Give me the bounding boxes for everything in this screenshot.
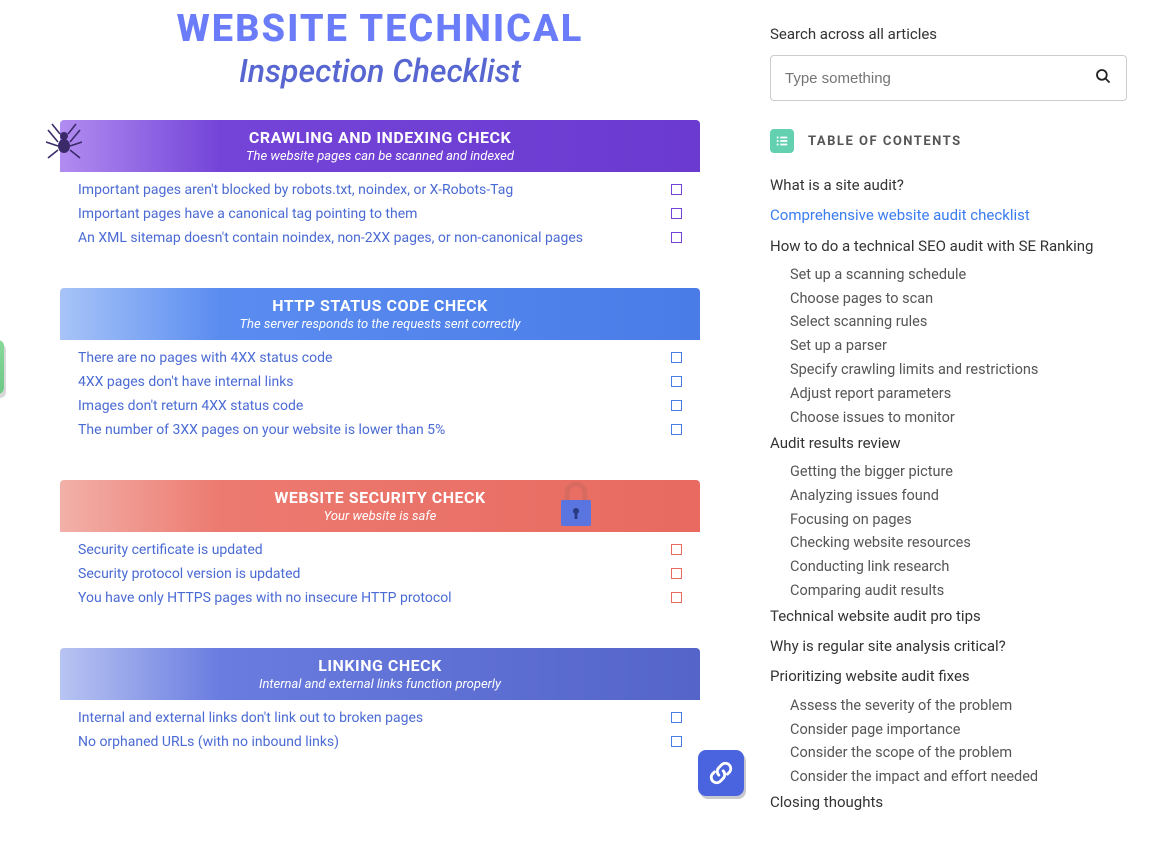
toc-item-l1[interactable]: Closing thoughts xyxy=(770,792,1127,812)
section-security: WEBSITE SECURITY CHECK Your website is sa… xyxy=(60,480,700,620)
toc-title: TABLE OF CONTENTS xyxy=(808,134,962,149)
toc-item-l2[interactable]: Consider page importance xyxy=(790,721,1127,740)
section-title: WEBSITE SECURITY CHECK xyxy=(70,488,690,507)
section-subtitle: Your website is safe xyxy=(70,509,690,524)
checklist-item-label: Security protocol version is updated xyxy=(78,566,300,582)
checklist-item: An XML sitemap doesn't contain noindex, … xyxy=(78,226,682,250)
checkbox[interactable] xyxy=(671,424,682,435)
section-title: CRAWLING AND INDEXING CHECK xyxy=(70,128,690,147)
section-subtitle: The website pages can be scanned and ind… xyxy=(70,149,690,164)
section-subtitle: Internal and external links function pro… xyxy=(70,677,690,692)
checklist-item: Important pages have a canonical tag poi… xyxy=(78,202,682,226)
toc-item-l2[interactable]: Adjust report parameters xyxy=(790,385,1127,404)
checklist-item: Internal and external links don't link o… xyxy=(78,706,682,730)
toc-item-l2[interactable]: Getting the bigger picture xyxy=(790,463,1127,482)
checklist-item-label: The number of 3XX pages on your website … xyxy=(78,422,445,438)
checklist-item-label: No orphaned URLs (with no inbound links) xyxy=(78,734,339,750)
checkbox[interactable] xyxy=(671,544,682,555)
main-content: WEBSITE TECHNICAL Inspection Checklist C… xyxy=(0,0,760,856)
checkbox[interactable] xyxy=(671,568,682,579)
section-header: CRAWLING AND INDEXING CHECK The website p… xyxy=(60,120,700,172)
section-header: LINKING CHECK Internal and external links… xyxy=(60,648,700,700)
section-items: Internal and external links don't link o… xyxy=(60,700,700,764)
checklist-item: You have only HTTPS pages with no insecu… xyxy=(78,586,682,610)
toc-item-l1[interactable]: How to do a technical SEO audit with SE … xyxy=(770,236,1127,256)
toc-item-l2[interactable]: Analyzing issues found xyxy=(790,487,1127,506)
toc-item-l2[interactable]: Comparing audit results xyxy=(790,582,1127,601)
toc-item-l2[interactable]: Conducting link research xyxy=(790,558,1127,577)
toc-item-l1[interactable]: Prioritizing website audit fixes xyxy=(770,666,1127,686)
checklist-item: No orphaned URLs (with no inbound links) xyxy=(78,730,682,754)
toc-item-l2[interactable]: Consider the impact and effort needed xyxy=(790,768,1127,787)
checklist-item: Security protocol version is updated xyxy=(78,562,682,586)
checkbox[interactable] xyxy=(671,712,682,723)
checklist-item: Important pages aren't blocked by robots… xyxy=(78,178,682,202)
checkbox[interactable] xyxy=(671,592,682,603)
checkbox[interactable] xyxy=(671,352,682,363)
checklist-item: 4XX pages don't have internal links xyxy=(78,370,682,394)
search-label: Search across all articles xyxy=(770,25,1127,43)
page-title: WEBSITE TECHNICAL xyxy=(60,10,700,50)
toc-item-l2[interactable]: Consider the scope of the problem xyxy=(790,744,1127,763)
toc-header: TABLE OF CONTENTS xyxy=(770,129,1127,153)
toc-item-l1[interactable]: Audit results review xyxy=(770,433,1127,453)
section-title: LINKING CHECK xyxy=(70,656,690,675)
checklist-item-label: Important pages have a canonical tag poi… xyxy=(78,206,417,222)
checklist-item-label: Important pages aren't blocked by robots… xyxy=(78,182,513,198)
section-header: HTTP STATUS CODE CHECK The server respond… xyxy=(60,288,700,340)
toc-item-l2[interactable]: Checking website resources xyxy=(790,534,1127,553)
chain-link-icon xyxy=(698,750,744,796)
section-subtitle: The server responds to the requests sent… xyxy=(70,317,690,332)
checklist-item-label: 4XX pages don't have internal links xyxy=(78,374,294,390)
checklist-item-label: An XML sitemap doesn't contain noindex, … xyxy=(78,230,583,246)
section-items: Important pages aren't blocked by robots… xyxy=(60,172,700,260)
section-crawl: CRAWLING AND INDEXING CHECK The website p… xyxy=(60,120,700,260)
checkbox[interactable] xyxy=(671,400,682,411)
toc-item-l2[interactable]: Specify crawling limits and restrictions xyxy=(790,361,1127,380)
toc-item-l2[interactable]: Focusing on pages xyxy=(790,511,1127,530)
toc-item-l2[interactable]: Set up a scanning schedule xyxy=(790,266,1127,285)
search-icon[interactable] xyxy=(1094,67,1112,89)
section-linking: LINKING CHECK Internal and external links… xyxy=(60,648,700,764)
checklist-item-label: Internal and external links don't link o… xyxy=(78,710,423,726)
toc-item-l2[interactable]: Choose issues to monitor xyxy=(790,409,1127,428)
toc-item-l2[interactable]: Set up a parser xyxy=(790,337,1127,356)
checkbox[interactable] xyxy=(671,376,682,387)
checklist-item-label: Security certificate is updated xyxy=(78,542,263,558)
checkbox[interactable] xyxy=(671,208,682,219)
checklist-item-label: Images don't return 4XX status code xyxy=(78,398,303,414)
toc-item-l2[interactable]: Choose pages to scan xyxy=(790,290,1127,309)
section-http: HTTP STATUS CODE CHECK The server respond… xyxy=(60,288,700,452)
checklist-item-label: You have only HTTPS pages with no insecu… xyxy=(78,590,452,606)
checkbox[interactable] xyxy=(671,736,682,747)
toc-item-l2[interactable]: Assess the severity of the problem xyxy=(790,697,1127,716)
toc-item-l1[interactable]: What is a site audit? xyxy=(770,175,1127,195)
page-subtitle: Inspection Checklist xyxy=(60,52,700,90)
checkbox[interactable] xyxy=(671,184,682,195)
checkbox[interactable] xyxy=(671,232,682,243)
section-items: There are no pages with 4XX status code 4… xyxy=(60,340,700,452)
checklist-item: Security certificate is updated xyxy=(78,538,682,562)
checklist-item: The number of 3XX pages on your website … xyxy=(78,418,682,442)
toc-item-l1[interactable]: Why is regular site analysis critical? xyxy=(770,636,1127,656)
checklist-item-label: There are no pages with 4XX status code xyxy=(78,350,332,366)
check-badge-icon xyxy=(0,340,4,394)
search-input[interactable] xyxy=(785,70,1094,87)
section-header: WEBSITE SECURITY CHECK Your website is sa… xyxy=(60,480,700,532)
toc-list: What is a site audit? Comprehensive websi… xyxy=(770,175,1127,812)
toc-item-l2[interactable]: Select scanning rules xyxy=(790,313,1127,332)
section-items: Security certificate is updated Security … xyxy=(60,532,700,620)
checklist-item: Images don't return 4XX status code xyxy=(78,394,682,418)
list-icon xyxy=(770,129,794,153)
toc-item-l1[interactable]: Comprehensive website audit checklist xyxy=(770,205,1127,225)
search-box[interactable] xyxy=(770,55,1127,101)
section-title: HTTP STATUS CODE CHECK xyxy=(70,296,690,315)
toc-item-l1[interactable]: Technical website audit pro tips xyxy=(770,606,1127,626)
checklist-item: There are no pages with 4XX status code xyxy=(78,346,682,370)
sidebar: Search across all articles TABLE OF CONT… xyxy=(760,0,1157,856)
